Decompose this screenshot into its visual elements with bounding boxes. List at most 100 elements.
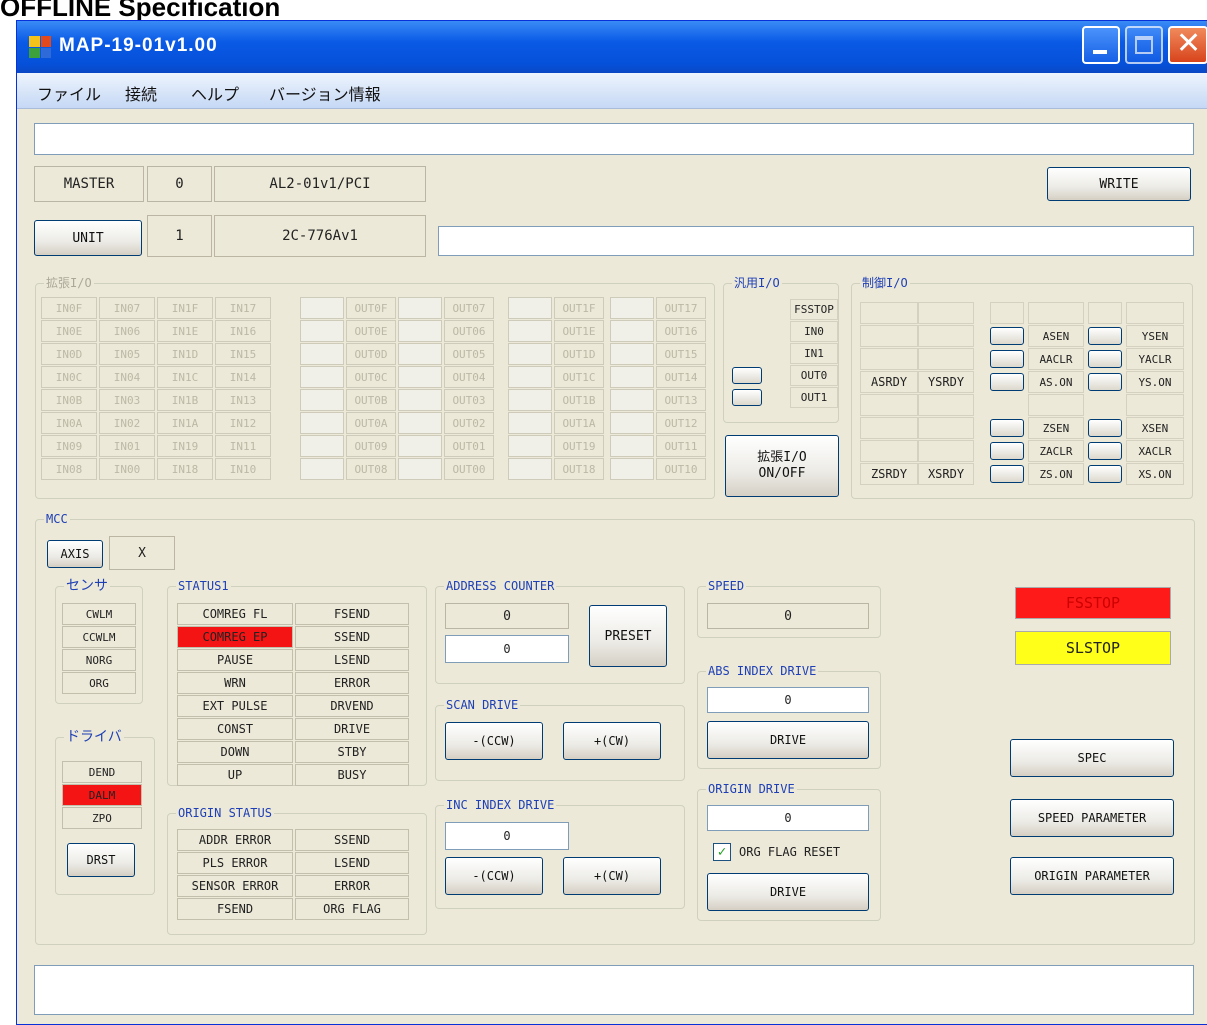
ext-out-toggle[interactable] xyxy=(398,343,442,365)
gen-io-out1-toggle[interactable] xyxy=(732,389,762,406)
ctrl-io-a-toggle[interactable] xyxy=(990,419,1024,437)
ext-out-toggle[interactable] xyxy=(300,343,344,365)
ext-out-toggle[interactable] xyxy=(398,412,442,434)
abs-drive-button[interactable]: DRIVE xyxy=(707,721,869,759)
gen-io-out0-toggle[interactable] xyxy=(732,367,762,384)
ext-out-toggle[interactable] xyxy=(610,435,654,457)
ctrl-io-b-toggle[interactable] xyxy=(1088,442,1122,460)
origin-status-left-item: PLS ERROR xyxy=(177,852,293,874)
ext-out-toggle[interactable] xyxy=(508,412,552,434)
ext-out-toggle[interactable] xyxy=(398,458,442,480)
ext-out-cell: OUT16 xyxy=(656,320,706,342)
inc-cw-button[interactable]: +(CW) xyxy=(563,857,661,895)
ext-io-toggle-button[interactable]: 拡張I/O ON/OFF xyxy=(725,435,839,497)
ext-out-toggle[interactable] xyxy=(398,389,442,411)
ctrl-io-a-toggle[interactable] xyxy=(990,465,1024,483)
maximize-button[interactable] xyxy=(1125,26,1163,64)
org-flag-reset-checkbox[interactable]: ✓ xyxy=(713,843,731,861)
ext-in-cell: IN17 xyxy=(215,297,271,319)
ext-out-cell: OUT0C xyxy=(346,366,396,388)
menu-version[interactable]: バージョン情報 xyxy=(269,81,381,105)
ext-out-cell: OUT08 xyxy=(346,458,396,480)
ext-out-toggle[interactable] xyxy=(610,458,654,480)
ext-out-toggle[interactable] xyxy=(610,389,654,411)
driver-reset-button[interactable]: DRST xyxy=(67,843,135,877)
ctrl-io-b-toggle[interactable] xyxy=(1088,465,1122,483)
mcc-title: MCC xyxy=(44,511,70,527)
ext-out-toggle[interactable] xyxy=(398,366,442,388)
ctrl-io-cell xyxy=(860,348,918,370)
origin-drive-input[interactable]: 0 xyxy=(707,805,869,831)
ext-out-toggle[interactable] xyxy=(300,435,344,457)
ctrl-io-b-toggle[interactable] xyxy=(1088,419,1122,437)
ext-out-toggle[interactable] xyxy=(300,366,344,388)
spec-button[interactable]: SPEC xyxy=(1010,739,1174,777)
driver-title: ドライバ xyxy=(64,729,124,745)
scan-cw-button[interactable]: +(CW) xyxy=(563,722,661,760)
abs-index-input[interactable]: 0 xyxy=(707,687,869,713)
ext-out-cell: OUT02 xyxy=(444,412,494,434)
ext-out-toggle[interactable] xyxy=(398,435,442,457)
ctrl-io-a-toggle[interactable] xyxy=(990,350,1024,368)
close-button[interactable]: ✕ xyxy=(1168,26,1207,64)
ext-out-toggle[interactable] xyxy=(398,320,442,342)
menu-help[interactable]: ヘルプ xyxy=(191,81,239,105)
address-counter-input[interactable]: 0 xyxy=(445,635,569,663)
axis-button[interactable]: AXIS xyxy=(47,540,103,568)
scan-ccw-button[interactable]: -(CCW) xyxy=(445,722,543,760)
ctrl-io-b-toggle[interactable] xyxy=(1088,327,1122,345)
status1-right-item: BUSY xyxy=(295,764,409,786)
ext-out-toggle[interactable] xyxy=(610,412,654,434)
ext-out-toggle[interactable] xyxy=(508,458,552,480)
unit-button[interactable]: UNIT xyxy=(34,220,142,256)
ext-out-toggle[interactable] xyxy=(300,389,344,411)
gen-io-item: IN1 xyxy=(790,343,838,364)
ext-out-toggle[interactable] xyxy=(610,366,654,388)
ctrl-io-cell: ASRDY xyxy=(860,371,918,393)
ext-out-cell: OUT0A xyxy=(346,412,396,434)
minimize-button[interactable] xyxy=(1082,26,1120,64)
bottom-textbox[interactable] xyxy=(34,965,1194,1015)
menu-connect[interactable]: 接続 xyxy=(125,81,157,105)
slstop-indicator: SLSTOP xyxy=(1015,631,1171,665)
ext-out-toggle[interactable] xyxy=(508,389,552,411)
ext-out-toggle[interactable] xyxy=(508,320,552,342)
preset-button[interactable]: PRESET xyxy=(589,605,667,667)
inc-index-input[interactable]: 0 xyxy=(445,822,569,850)
ctrl-io-b-toggle[interactable] xyxy=(1088,373,1122,391)
ext-in-cell: IN14 xyxy=(215,366,271,388)
top-textbox[interactable] xyxy=(34,123,1194,155)
ctrl-io-a-label: AACLR xyxy=(1028,348,1084,370)
status1-left-item: EXT PULSE xyxy=(177,695,293,717)
ext-out-toggle[interactable] xyxy=(300,320,344,342)
ctrl-io-a-toggle[interactable] xyxy=(990,442,1024,460)
ctrl-io-cell xyxy=(860,440,918,462)
ctrl-io-b-toggle[interactable] xyxy=(1088,350,1122,368)
inc-ccw-button[interactable]: -(CCW) xyxy=(445,857,543,895)
unit-textbox[interactable] xyxy=(438,226,1194,256)
ext-out-cell: OUT1F xyxy=(554,297,604,319)
ext-out-toggle[interactable] xyxy=(508,297,552,319)
ext-out-toggle[interactable] xyxy=(610,320,654,342)
ext-out-toggle[interactable] xyxy=(300,458,344,480)
ctrl-io-b-label: YSEN xyxy=(1126,325,1184,347)
ext-out-toggle[interactable] xyxy=(300,297,344,319)
ext-out-cell: OUT04 xyxy=(444,366,494,388)
menu-file[interactable]: ファイル xyxy=(37,81,101,105)
master-number: 0 xyxy=(147,166,212,202)
ctrl-io-a-toggle[interactable] xyxy=(990,327,1024,345)
ext-out-toggle[interactable] xyxy=(610,343,654,365)
ctrl-io-a-toggle[interactable] xyxy=(990,373,1024,391)
ext-out-toggle[interactable] xyxy=(610,297,654,319)
ext-out-toggle[interactable] xyxy=(300,412,344,434)
write-button[interactable]: WRITE xyxy=(1047,167,1191,201)
ext-out-toggle[interactable] xyxy=(508,343,552,365)
ext-out-toggle[interactable] xyxy=(508,435,552,457)
status1-left-item: CONST xyxy=(177,718,293,740)
ext-out-toggle[interactable] xyxy=(398,297,442,319)
ext-out-toggle[interactable] xyxy=(508,366,552,388)
origin-drive-button[interactable]: DRIVE xyxy=(707,873,869,911)
origin-parameter-button[interactable]: ORIGIN PARAMETER xyxy=(1010,857,1174,895)
speed-parameter-button[interactable]: SPEED PARAMETER xyxy=(1010,799,1174,837)
ext-out-cell: OUT17 xyxy=(656,297,706,319)
